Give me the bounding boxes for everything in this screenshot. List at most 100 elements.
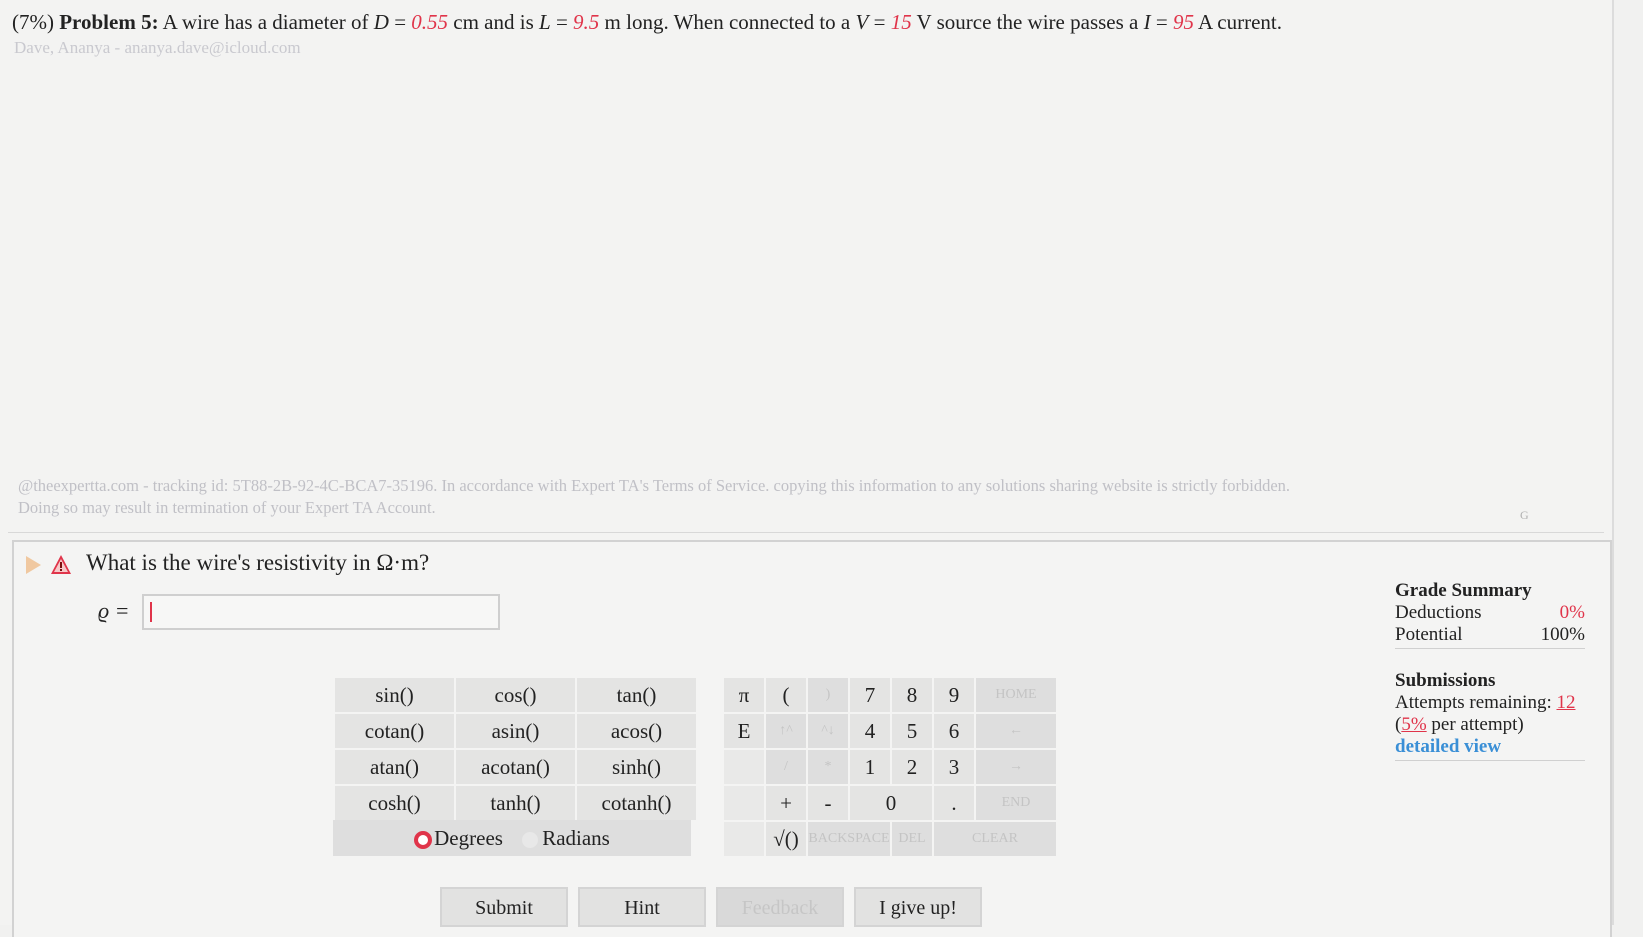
key-multiply[interactable]: * [806, 748, 850, 786]
key-cotanh[interactable]: cotanh() [575, 784, 698, 822]
deductions-label: Deductions [1395, 602, 1482, 623]
key-end[interactable]: END [974, 784, 1058, 822]
key-dot[interactable]: . [932, 784, 976, 822]
key-sin[interactable]: sin() [333, 676, 456, 714]
key-acos[interactable]: acos() [575, 712, 698, 750]
attempts-remaining: 12 [1556, 692, 1576, 713]
function-keys: sin() cos() tan() cotan() asin() acos() … [333, 676, 698, 822]
degrees-radio[interactable] [414, 831, 433, 850]
question-text: What is the wire's resistivity in Ω·m? [86, 550, 430, 575]
play-icon[interactable] [26, 556, 41, 574]
key-acotan[interactable]: acotan() [454, 748, 577, 786]
tracking-mark: G [1520, 508, 1529, 522]
problem-statement: (7%) Problem 5: A wire has a diameter of… [12, 10, 1282, 35]
feedback-button[interactable]: Feedback [716, 887, 844, 927]
divider [1395, 760, 1585, 761]
submissions-title: Submissions [1395, 670, 1496, 691]
detailed-view-link[interactable]: detailed view [1395, 736, 1585, 758]
problem-text: A wire has a diameter of [162, 10, 374, 34]
key-divide[interactable]: / [764, 748, 808, 786]
grade-summary-title: Grade Summary [1395, 580, 1532, 601]
tracking-notice: @theexpertta.com - tracking id: 5T88-2B-… [18, 475, 1578, 519]
key-right-arrow[interactable]: → [974, 748, 1058, 786]
key-left-paren[interactable]: ( [764, 676, 808, 714]
key-e[interactable]: E [722, 712, 766, 750]
key-backspace[interactable]: BACKSPACE [806, 820, 892, 858]
keypad: π ( ) 7 8 9 HOME E ↑^ ^↓ 4 5 6 ← / * 1 2… [722, 676, 1058, 858]
give-up-button[interactable]: I give up! [854, 887, 982, 927]
key-1[interactable]: 1 [848, 748, 892, 786]
eq-sign: = [1150, 10, 1173, 34]
divider [1395, 648, 1585, 649]
key-up[interactable]: ↑^ [764, 712, 808, 750]
student-watermark: Dave, Ananya - ananya.dave@icloud.com [14, 38, 301, 57]
key-tan[interactable]: tan() [575, 676, 698, 714]
per-attempt-text: per attempt) [1426, 714, 1524, 735]
key-0[interactable]: 0 [848, 784, 934, 822]
diameter-value: 0.55 [411, 10, 449, 34]
key-clear[interactable]: CLEAR [932, 820, 1058, 858]
hint-button[interactable]: Hint [578, 887, 706, 927]
var-v: V [855, 10, 869, 34]
key-atan[interactable]: atan() [333, 748, 456, 786]
radians-label[interactable]: Radians [542, 826, 610, 850]
key-del[interactable]: DEL [890, 820, 934, 858]
key-pi[interactable]: π [722, 676, 766, 714]
key-right-paren[interactable]: ) [806, 676, 850, 714]
problem-label: Problem 5: [59, 10, 159, 34]
eq-sign: = [868, 10, 891, 34]
key-minus[interactable]: - [806, 784, 850, 822]
answer-input[interactable] [142, 594, 500, 630]
key-tanh[interactable]: tanh() [454, 784, 577, 822]
radians-radio[interactable] [522, 832, 539, 849]
key-sqrt[interactable]: √() [764, 820, 808, 858]
key-cos[interactable]: cos() [454, 676, 577, 714]
eq-sign: = [550, 10, 574, 34]
key-9[interactable]: 9 [932, 676, 976, 714]
key-blank [722, 784, 766, 822]
resistivity-label: ϱ = [98, 598, 130, 623]
potential-value: 100% [1540, 624, 1585, 645]
key-blank [722, 748, 766, 786]
key-sinh[interactable]: sinh() [575, 748, 698, 786]
attempts-label: Attempts remaining: [1395, 692, 1557, 713]
deductions-row: Deductions 0% [1395, 602, 1585, 624]
text-caret [150, 602, 152, 622]
key-7[interactable]: 7 [848, 676, 892, 714]
voltage-value: 15 [890, 10, 912, 34]
problem-text: A current. [1193, 10, 1283, 34]
key-4[interactable]: 4 [848, 712, 892, 750]
problem-text: V source the wire passes a [911, 10, 1144, 34]
degrees-label[interactable]: Degrees [434, 826, 503, 850]
divider [8, 532, 1604, 533]
key-left-arrow[interactable]: ← [974, 712, 1058, 750]
key-2[interactable]: 2 [890, 748, 934, 786]
length-value: 9.5 [573, 10, 600, 34]
per-attempt-row: (5% per attempt) [1395, 714, 1585, 736]
key-3[interactable]: 3 [932, 748, 976, 786]
key-home[interactable]: HOME [974, 676, 1058, 714]
submissions-panel: Submissions Attempts remaining: 12 (5% p… [1395, 670, 1585, 761]
angle-mode: Degrees Radians [333, 820, 691, 856]
problem-panel: (7%) Problem 5: A wire has a diameter of… [0, 0, 1614, 937]
key-8[interactable]: 8 [890, 676, 934, 714]
submit-button[interactable]: Submit [440, 887, 568, 927]
deductions-value: 0% [1559, 602, 1585, 623]
key-5[interactable]: 5 [890, 712, 934, 750]
problem-weight: (7%) [12, 10, 54, 34]
problem-text: cm and is [448, 10, 540, 34]
key-down[interactable]: ^↓ [806, 712, 850, 750]
per-attempt-value: 5% [1401, 714, 1427, 735]
key-cosh[interactable]: cosh() [333, 784, 456, 822]
var-i: I [1143, 10, 1151, 34]
key-asin[interactable]: asin() [454, 712, 577, 750]
key-cotan[interactable]: cotan() [333, 712, 456, 750]
current-value: 95 [1172, 10, 1194, 34]
potential-row: Potential 100% [1395, 624, 1585, 646]
key-6[interactable]: 6 [932, 712, 976, 750]
problem-text: m long. When connected to a [599, 10, 856, 34]
attempts-row: Attempts remaining: 12 [1395, 692, 1585, 714]
key-plus[interactable]: + [764, 784, 808, 822]
key-blank [722, 820, 766, 858]
grade-summary: Grade Summary Deductions 0% Potential 10… [1395, 580, 1585, 649]
